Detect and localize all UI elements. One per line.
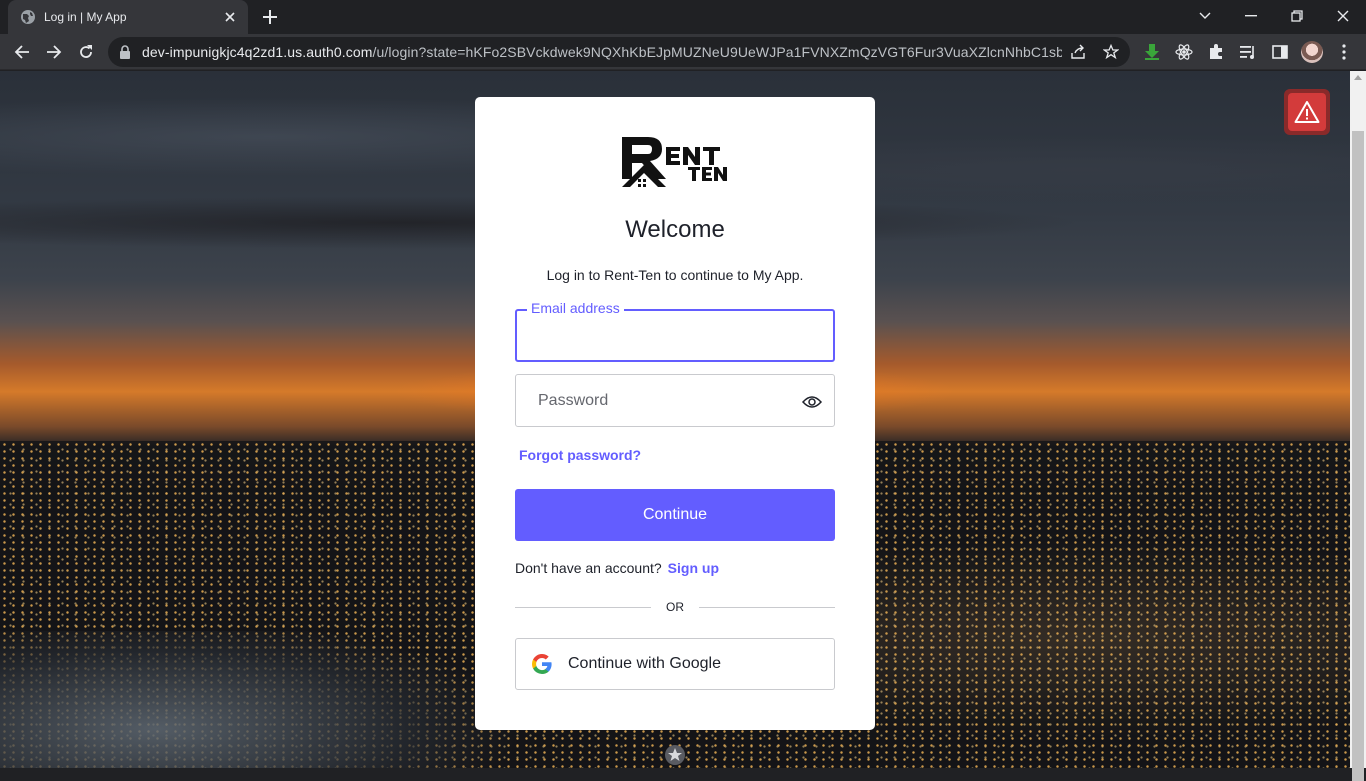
lock-icon[interactable] — [118, 45, 132, 59]
menu-icon[interactable] — [1334, 42, 1354, 62]
side-panel-icon[interactable] — [1270, 42, 1290, 62]
url-text: dev-impunigkjc4q2zd1.us.auth0.com/u/logi… — [142, 44, 1062, 60]
browser-toolbar: dev-impunigkjc4q2zd1.us.auth0.com/u/logi… — [0, 34, 1366, 70]
scrollbar-thumb[interactable] — [1352, 131, 1364, 781]
page-scrollbar[interactable] — [1350, 71, 1366, 781]
signup-row: Don't have an account? Sign up — [515, 560, 719, 576]
page-title: Welcome — [625, 216, 725, 243]
email-field[interactable]: Email address — [515, 300, 835, 362]
rent-ten-logo — [622, 135, 728, 189]
back-icon[interactable] — [8, 38, 36, 66]
eye-icon[interactable] — [801, 392, 823, 412]
password-placeholder: Password — [538, 392, 609, 409]
forward-icon[interactable] — [40, 38, 68, 66]
browser-tab[interactable]: Log in | My App — [8, 0, 248, 34]
login-card: Welcome Log in to Rent-Ten to continue t… — [475, 97, 875, 730]
auth0-icon — [664, 744, 686, 766]
background-water — [0, 631, 520, 768]
scroll-up-arrow-icon[interactable] — [1354, 75, 1362, 80]
chevron-down-icon[interactable] — [1182, 0, 1228, 32]
continue-button[interactable]: Continue — [515, 489, 835, 541]
close-icon[interactable] — [222, 9, 238, 25]
plus-icon[interactable] — [258, 5, 282, 29]
tab-strip: Log in | My App — [0, 0, 1366, 34]
divider-line-right — [699, 607, 835, 608]
google-login-label: Continue with Google — [568, 655, 721, 672]
address-bar[interactable]: dev-impunigkjc4q2zd1.us.auth0.com/u/logi… — [108, 37, 1130, 67]
star-icon[interactable] — [1101, 42, 1121, 62]
google-login-button[interactable]: Continue with Google — [515, 638, 835, 690]
window-close-icon[interactable] — [1320, 0, 1366, 32]
email-label: Email address — [527, 300, 624, 316]
profile-avatar[interactable] — [1301, 41, 1323, 63]
minimize-icon[interactable] — [1228, 0, 1274, 32]
tab-title: Log in | My App — [44, 10, 127, 24]
globe-icon — [20, 9, 36, 25]
forgot-password-link[interactable]: Forgot password? — [519, 447, 641, 463]
no-account-text: Don't have an account? — [515, 560, 662, 576]
download-extension-icon[interactable] — [1142, 42, 1162, 62]
google-icon — [532, 654, 552, 674]
share-icon[interactable] — [1068, 42, 1088, 62]
restore-icon[interactable] — [1274, 0, 1320, 32]
media-icon[interactable] — [1238, 42, 1258, 62]
or-divider: OR — [515, 600, 835, 614]
react-extension-icon[interactable] — [1174, 42, 1194, 62]
warning-icon — [1288, 93, 1326, 131]
puzzle-icon[interactable] — [1206, 42, 1226, 62]
password-field[interactable]: Password — [515, 374, 835, 427]
reload-icon[interactable] — [72, 38, 100, 66]
login-subtitle: Log in to Rent-Ten to continue to My App… — [546, 267, 804, 283]
email-input[interactable] — [531, 323, 821, 349]
warning-button[interactable] — [1284, 89, 1330, 135]
signup-link[interactable]: Sign up — [668, 560, 719, 576]
